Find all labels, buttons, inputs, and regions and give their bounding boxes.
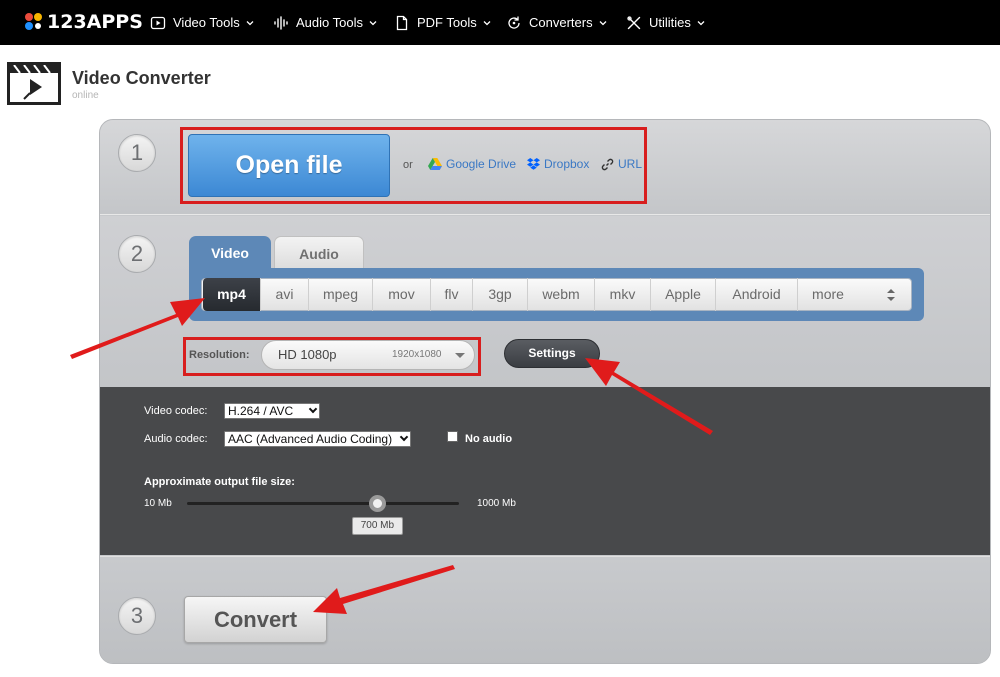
tab-video[interactable]: Video — [189, 236, 271, 270]
settings-button[interactable]: Settings — [504, 339, 600, 368]
waveform-icon — [274, 15, 288, 30]
page-title: Video Converter — [72, 68, 211, 88]
chevron-down-icon — [599, 20, 607, 25]
audio-codec-select[interactable]: AAC (Advanced Audio Coding) — [224, 431, 411, 447]
nav-label: Audio Tools — [296, 15, 363, 30]
resolution-value: HD 1080p — [278, 347, 337, 362]
google-drive-icon — [428, 158, 442, 170]
open-file-button[interactable]: Open file — [188, 134, 390, 197]
filesize-label: Approximate output file size: — [144, 476, 295, 488]
filesize-min-label: 10 Mb — [144, 498, 172, 509]
format-webm[interactable]: webm — [528, 278, 595, 311]
step-number-2: 2 — [118, 235, 156, 273]
refresh-icon — [508, 16, 520, 29]
filesize-max-label: 1000 Mb — [477, 498, 516, 509]
no-audio-checkbox[interactable] — [447, 431, 458, 442]
format-mkv[interactable]: mkv — [595, 278, 651, 311]
video-codec-label: Video codec: — [144, 405, 208, 417]
step-number-1: 1 — [118, 134, 156, 172]
video-codec-value: H.264 / AVC — [228, 404, 294, 418]
format-mov[interactable]: mov — [373, 278, 431, 311]
nav-label: Video Tools — [173, 15, 240, 30]
updown-arrows-icon — [887, 289, 895, 301]
google-drive-link[interactable]: Google Drive — [428, 157, 516, 171]
nav-utilities[interactable]: Utilities — [626, 0, 705, 45]
google-drive-label: Google Drive — [446, 157, 517, 171]
nav-label: Converters — [529, 15, 593, 30]
logo-text: 123APPS — [47, 11, 143, 33]
document-icon — [396, 15, 408, 30]
format-more[interactable]: more — [798, 278, 858, 311]
video-converter-logo-icon — [7, 62, 61, 105]
caret-down-icon — [455, 353, 465, 358]
url-label: URL — [618, 157, 643, 171]
nav-audio-tools[interactable]: Audio Tools — [273, 0, 377, 45]
nav-pdf-tools[interactable]: PDF Tools — [394, 0, 491, 45]
nav-converters[interactable]: Converters — [506, 0, 607, 45]
link-icon — [601, 158, 614, 170]
resolution-label: Resolution: — [189, 349, 250, 361]
filesize-value-tooltip: 700 Mb — [351, 517, 403, 535]
dropbox-icon — [527, 158, 540, 170]
video-codec-select[interactable]: H.264 / AVC — [224, 403, 320, 419]
chevron-down-icon — [697, 20, 705, 25]
format-3gp[interactable]: 3gp — [473, 278, 528, 311]
nav-video-tools[interactable]: Video Tools — [150, 0, 254, 45]
format-android[interactable]: Android — [716, 278, 798, 311]
page-subtitle: online — [72, 90, 99, 101]
chevron-down-icon — [399, 432, 409, 442]
convert-button[interactable]: Convert — [184, 596, 327, 643]
nav-label: Utilities — [649, 15, 691, 30]
logo-dots-icon — [25, 13, 43, 31]
audio-codec-value: AAC (Advanced Audio Coding) — [228, 432, 393, 446]
audio-codec-label: Audio codec: — [144, 433, 208, 445]
chevron-down-icon — [308, 404, 318, 414]
resolution-dimensions: 1920x1080 — [392, 349, 442, 360]
format-mpeg[interactable]: mpeg — [309, 278, 373, 311]
no-audio-label: No audio — [465, 433, 513, 445]
tools-icon — [627, 15, 641, 29]
converter-panel — [99, 119, 991, 664]
dropbox-link[interactable]: Dropbox — [527, 157, 589, 171]
filesize-slider-track[interactable] — [187, 502, 459, 505]
format-apple[interactable]: Apple — [651, 278, 716, 311]
or-label: or — [403, 159, 413, 171]
tab-audio[interactable]: Audio — [274, 236, 364, 270]
format-mp4[interactable]: mp4 — [203, 278, 261, 311]
chevron-down-icon — [369, 20, 377, 25]
dropbox-label: Dropbox — [544, 157, 590, 171]
play-icon — [150, 16, 166, 29]
filesize-slider-thumb[interactable] — [368, 495, 386, 512]
top-nav: 123APPS Video Tools Audio Tools PDF Tool… — [0, 0, 1000, 45]
chevron-down-icon — [483, 20, 491, 25]
format-avi[interactable]: avi — [261, 278, 309, 311]
url-link[interactable]: URL — [601, 157, 642, 171]
chevron-down-icon — [246, 20, 254, 25]
nav-label: PDF Tools — [417, 15, 477, 30]
site-logo[interactable]: 123APPS — [25, 10, 143, 34]
format-flv[interactable]: flv — [431, 278, 473, 311]
step-number-3: 3 — [118, 597, 156, 635]
